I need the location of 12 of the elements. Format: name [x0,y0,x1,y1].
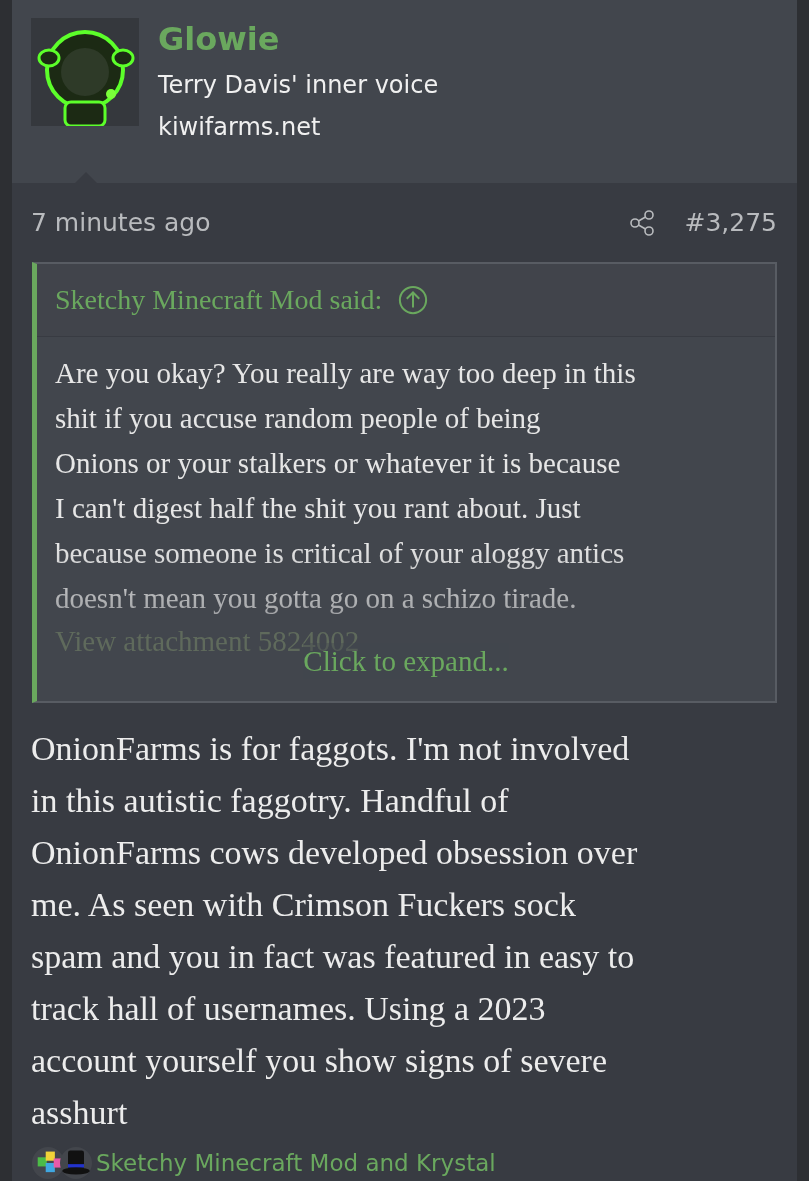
share-icon[interactable] [630,209,655,236]
username[interactable]: Glowie [158,22,439,58]
user-title: Terry Davis' inner voice [158,71,439,100]
quote-text: Are you okay? You really are way too deep in this shit if you accuse random people of being Onions or your stalkers or whatever it is because I can't digest half the shit you rant about. Just because someone is critical of your aloggy antics doesn't mean you gotta go on a schizo tirade. [55,356,637,616]
expand-link[interactable]: Click to expand... [303,643,509,679]
user-site: kiwifarms.net [158,113,322,142]
arrow-up-icon[interactable] [398,285,429,315]
post-number[interactable]: #3,275 [684,208,777,237]
reaction-list[interactable]: Sketchy Minecraft Mod and Krystal [96,1149,496,1177]
quote-attribution[interactable]: Sketchy Minecraft Mod said: [55,284,383,316]
post-text: OnionFarms is for faggots. I'm not involved in this autistic faggotry. Handful of OnionFarms cows developed obsession over me. As seen with Crimson Fuckers sock spam and you in fact was featured in easy to track hall of usernames. Using a 2023 account yourself you show signs of severe asshurt [30,729,639,1133]
post-time[interactable]: 7 minutes ago [31,208,211,237]
